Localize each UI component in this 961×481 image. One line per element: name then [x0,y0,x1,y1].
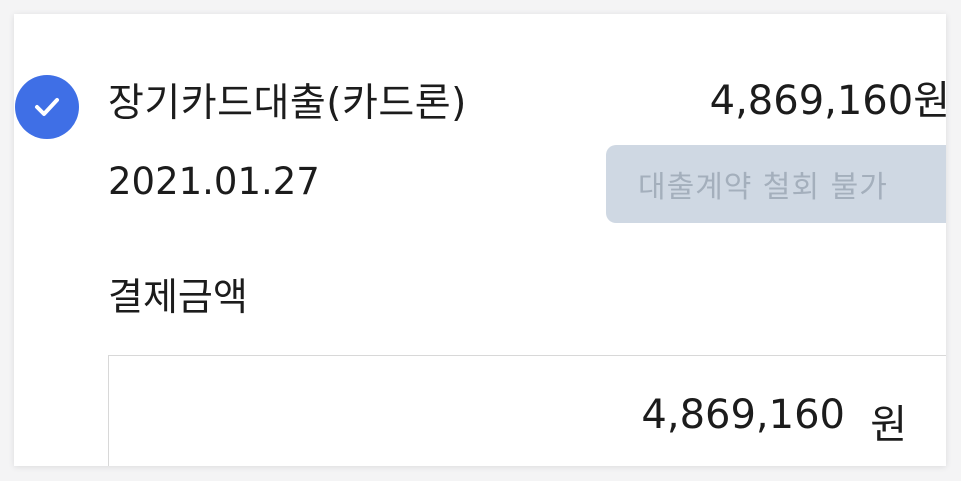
loan-title: 장기카드대출(카드론) [108,81,467,126]
checkmark-icon [35,98,59,116]
payment-amount-unit: 원 [870,402,907,448]
loan-date: 2021.01.27 [108,160,320,203]
payment-amount-field[interactable]: 4,869,160 원 [108,355,946,466]
withdraw-status-badge: 대출계약 철회 불가 [606,145,946,223]
screen: 장기카드대출(카드론) 4,869,160원 2021.01.27 대출계약 철… [0,0,961,481]
check-circle-icon[interactable] [15,75,79,139]
payment-amount-value: 4,869,160 [641,392,845,438]
payment-amount-label: 결제금액 [108,275,248,319]
loan-card: 장기카드대출(카드론) 4,869,160원 2021.01.27 대출계약 철… [14,14,946,466]
loan-amount: 4,869,160원 [709,78,946,124]
withdraw-status-label: 대출계약 철회 불가 [638,170,888,205]
